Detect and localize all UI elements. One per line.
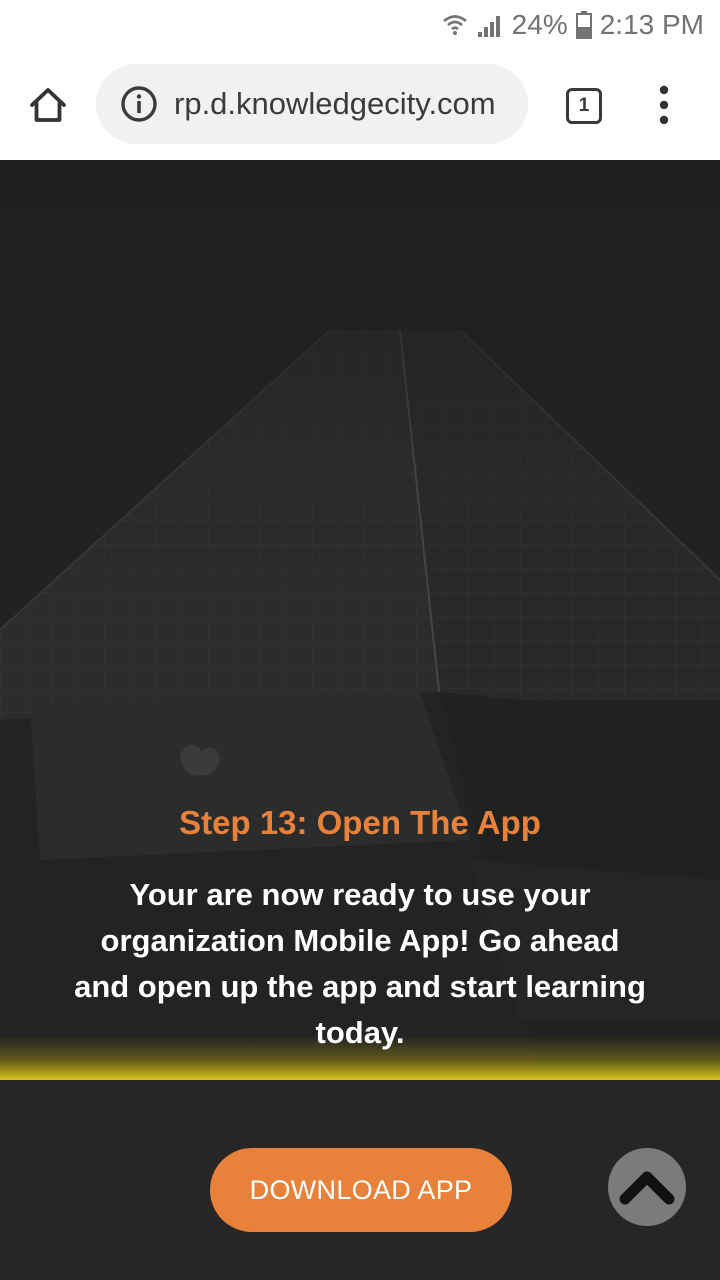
footer-actions: DOWNLOAD APP: [0, 1080, 720, 1280]
status-icons: 24% 2:13 PM: [442, 6, 704, 44]
battery-percent: 24%: [511, 9, 568, 40]
overflow-menu-icon: [644, 85, 684, 132]
download-app-button[interactable]: DOWNLOAD APP: [210, 1148, 512, 1232]
tab-switcher-button[interactable]: 1: [566, 88, 602, 124]
step-description: Your are now ready to use your organizat…: [74, 877, 646, 1050]
url-text: rp.d.knowledgecity.com: [174, 86, 496, 121]
url-bar[interactable]: rp.d.knowledgecity.com: [96, 64, 528, 144]
battery-icon: [575, 11, 592, 39]
status-bar: 24% 2:13 PM: [0, 0, 720, 50]
clock: 2:13 PM: [599, 9, 704, 40]
browser-toolbar: rp.d.knowledgecity.com 1: [0, 50, 720, 160]
scroll-to-top-button[interactable]: [608, 1148, 686, 1226]
overflow-menu-button[interactable]: [644, 84, 684, 128]
step-title: Step 13: Open The App: [179, 804, 541, 841]
wifi-icon: [442, 12, 468, 38]
info-icon[interactable]: [120, 85, 158, 123]
hero-section: Step 13: Open The App Your are now ready…: [0, 160, 720, 1080]
home-icon: [24, 88, 72, 133]
home-button[interactable]: [24, 81, 72, 129]
signal-icon: [476, 12, 504, 38]
